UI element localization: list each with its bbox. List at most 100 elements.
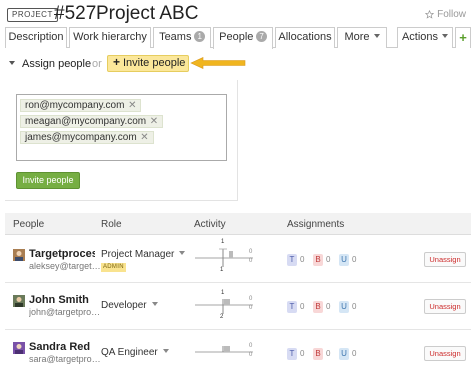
task-badge[interactable]: T xyxy=(287,301,297,313)
tab-people[interactable]: People 7 xyxy=(213,27,273,49)
tab-allocations[interactable]: Allocations xyxy=(275,27,335,48)
invite-submit-button[interactable]: Invite people xyxy=(16,172,80,189)
activity-right-value: 0 xyxy=(249,296,253,302)
person-email: john@targetpro… xyxy=(29,307,101,317)
close-icon[interactable]: ✕ xyxy=(150,116,158,127)
tab-label: Work hierarchy xyxy=(73,31,147,43)
user-story-badge[interactable]: U xyxy=(339,301,349,313)
unassign-button[interactable]: Unassign xyxy=(424,346,466,361)
bug-count: 0 xyxy=(326,255,331,264)
task-count: 0 xyxy=(300,302,305,311)
header: PROJECT #527 Project ABC Follow xyxy=(0,0,474,28)
activity-chart xyxy=(195,299,253,314)
add-icon: + xyxy=(459,30,467,45)
activity-sparkline: 1 1 0 0 xyxy=(195,239,255,275)
follow-button[interactable]: Follow xyxy=(425,9,466,20)
close-icon[interactable]: ✕ xyxy=(140,132,148,143)
tab-label: Description xyxy=(8,31,64,43)
invite-people-button[interactable]: + Invite people xyxy=(107,55,189,72)
tab-label: Teams xyxy=(159,31,192,43)
person-email: aleksey@target… xyxy=(29,261,101,271)
page-title[interactable]: Project ABC xyxy=(96,3,198,25)
activity-bottom-value: 1 xyxy=(220,267,224,273)
activity-chart xyxy=(195,248,253,267)
email-input[interactable]: ron@mycompany.com ✕ meagan@mycompany.com… xyxy=(16,94,227,161)
column-header-assignments: Assignments xyxy=(287,219,345,230)
bug-count: 0 xyxy=(326,302,331,311)
entity-type-badge: PROJECT xyxy=(7,8,58,22)
invite-people-label: Invite people xyxy=(123,57,186,69)
role-label: Developer xyxy=(101,300,147,311)
role-select[interactable]: Project Manager xyxy=(101,249,186,260)
activity-sparkline: 0 0 xyxy=(195,335,255,369)
tab-count: 7 xyxy=(256,31,267,42)
role-select[interactable]: QA Engineer xyxy=(101,347,169,358)
activity-top-value: 1 xyxy=(221,239,225,245)
user-story-count: 0 xyxy=(352,302,357,311)
bug-badge[interactable]: B xyxy=(313,254,323,266)
invite-panel: ron@mycompany.com ✕ meagan@mycompany.com… xyxy=(5,80,238,201)
bug-count: 0 xyxy=(326,349,331,358)
activity-bottom-value: 2 xyxy=(220,314,224,320)
activity-right-value: 0 xyxy=(249,249,253,255)
chevron-down-icon xyxy=(373,34,380,38)
chevron-down-icon xyxy=(442,34,449,38)
email-tag: james@mycompany.com ✕ xyxy=(20,131,154,144)
unassign-button[interactable]: Unassign xyxy=(424,299,466,314)
avatar xyxy=(13,249,25,261)
person-name[interactable]: John Smith xyxy=(29,294,95,306)
tab-teams[interactable]: Teams 1 xyxy=(153,27,211,48)
tab-work-hierarchy[interactable]: Work hierarchy xyxy=(69,27,151,48)
follow-label: Follow xyxy=(437,9,466,20)
tab-description[interactable]: Description xyxy=(5,27,67,48)
table-header: People Role Activity Assignments xyxy=(5,213,471,235)
admin-badge: ADMIN xyxy=(101,263,126,272)
star-icon xyxy=(425,10,435,19)
add-button[interactable]: + xyxy=(455,27,471,48)
activity-sparkline: 1 2 0 0 xyxy=(195,288,255,322)
chevron-down-icon xyxy=(162,349,169,353)
activity-right-value: 0 xyxy=(249,343,253,349)
column-header-activity: Activity xyxy=(194,219,226,230)
activity-right-value: 0 xyxy=(249,258,253,264)
tab-more[interactable]: More xyxy=(337,27,387,48)
user-story-badge[interactable]: U xyxy=(339,348,349,360)
tab-label: More xyxy=(344,31,370,43)
role-label: QA Engineer xyxy=(101,347,158,358)
activity-right-value: 0 xyxy=(249,305,253,311)
role-select[interactable]: Developer xyxy=(101,300,158,311)
plus-icon: + xyxy=(113,55,121,69)
role-label: Project Manager xyxy=(101,249,175,260)
actions-menu[interactable]: Actions xyxy=(397,27,453,48)
callout-arrow-icon xyxy=(190,57,246,69)
avatar xyxy=(13,342,25,354)
user-story-badge[interactable]: U xyxy=(339,254,349,266)
unassign-button[interactable]: Unassign xyxy=(424,252,466,267)
assign-people-toggle[interactable]: Assign people xyxy=(22,58,91,70)
bug-badge[interactable]: B xyxy=(313,301,323,313)
person-name[interactable]: Sandra Red xyxy=(29,341,95,353)
column-header-role: Role xyxy=(101,219,122,230)
task-count: 0 xyxy=(300,349,305,358)
tab-label: Allocations xyxy=(278,31,332,43)
person-email: sara@targetpro… xyxy=(29,354,101,364)
or-label: or xyxy=(92,58,102,70)
task-count: 0 xyxy=(300,255,305,264)
chevron-down-icon xyxy=(151,302,158,306)
task-badge[interactable]: T xyxy=(287,348,297,360)
tab-bar: Description Work hierarchy Teams 1 People… xyxy=(5,27,471,49)
person-name[interactable]: Targetproces… xyxy=(29,248,95,260)
tab-count: 1 xyxy=(194,31,205,42)
assign-row: Assign people or + Invite people xyxy=(9,55,309,73)
task-badge[interactable]: T xyxy=(287,254,297,266)
email-tag-label: james@mycompany.com xyxy=(25,132,137,143)
caret-down-icon[interactable] xyxy=(9,61,15,65)
activity-right-value: 0 xyxy=(249,352,253,358)
bug-badge[interactable]: B xyxy=(313,348,323,360)
avatar xyxy=(13,295,25,307)
email-tag-label: ron@mycompany.com xyxy=(25,100,125,111)
chevron-down-icon xyxy=(179,251,186,255)
project-id: #527 xyxy=(54,3,97,24)
column-header-people: People xyxy=(13,219,45,230)
close-icon[interactable]: ✕ xyxy=(128,100,136,111)
